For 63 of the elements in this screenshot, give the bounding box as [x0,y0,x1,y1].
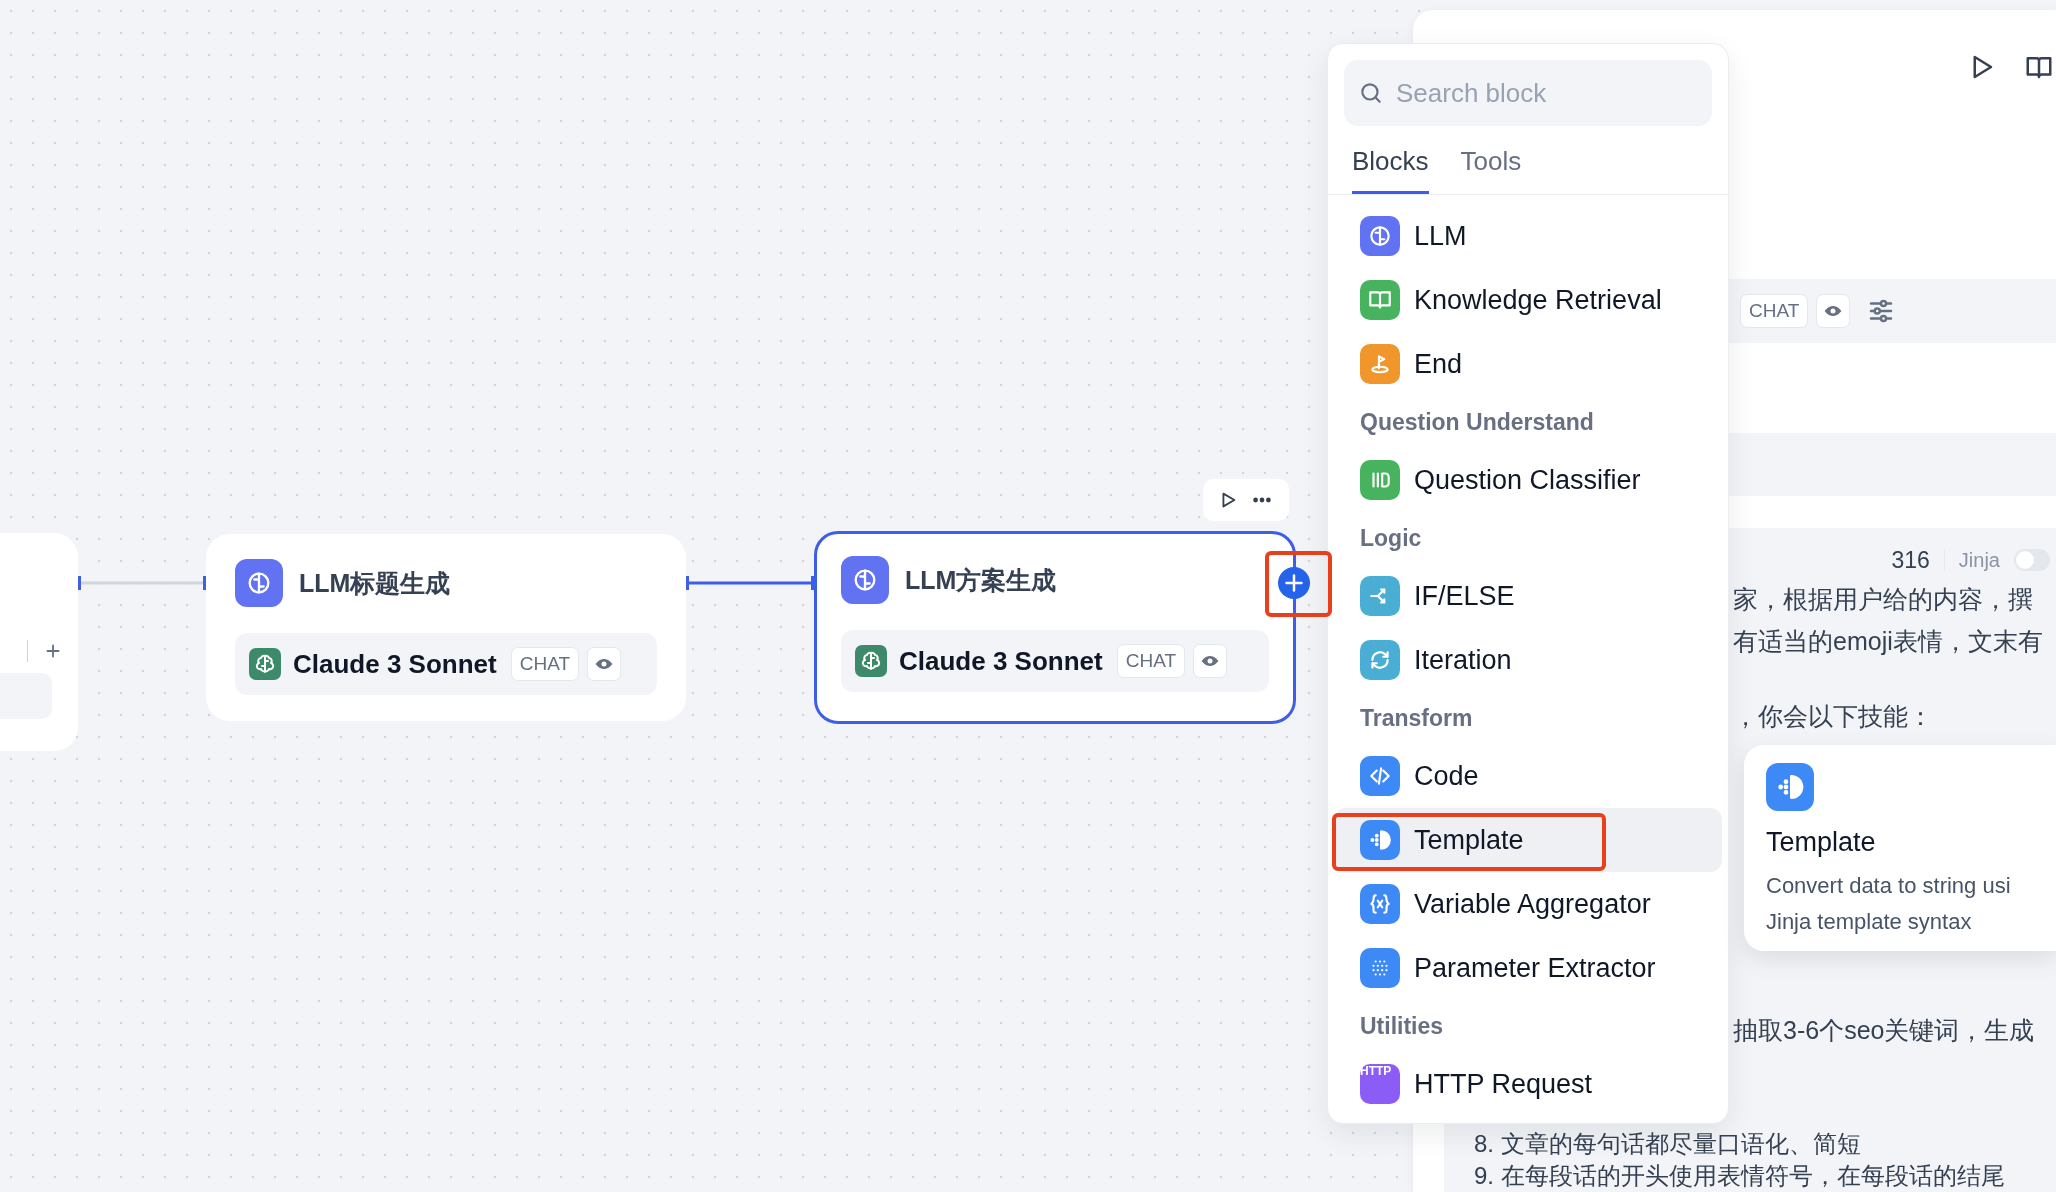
model-selector[interactable]: Claude 3 Sonnet CHAT [235,633,657,695]
section-heading: Transform [1359,703,1474,733]
block-label: Variable Aggregator [1414,888,1651,920]
block-label: Code [1414,760,1479,792]
template-icon [1766,763,1814,811]
char-count: 316 [1891,546,1930,574]
prompt-text: 家，根据用户给的内容，撰 [1733,584,2034,615]
node-title: LLM方案生成 [905,564,1057,596]
block-item[interactable]: Template [1334,808,1722,872]
brain-icon [841,556,889,604]
brain-icon [855,645,887,677]
search-field[interactable]: Search block [1344,60,1712,126]
section-heading: Utilities [1359,1011,1445,1041]
block-item[interactable]: IF/ELSE [1334,564,1722,628]
mode-tag: CHAT [510,647,579,681]
toggle-label: Jinja [1958,548,2000,572]
brain-icon [249,648,281,680]
block-item[interactable]: LLM [1334,204,1722,268]
node-card[interactable]: LLM方案生成 Claude 3 Sonnet CHAT [814,531,1296,724]
block-label: LLM [1414,220,1467,252]
node-card[interactable]: LLM标题生成 Claude 3 Sonnet CHAT [206,534,686,721]
brain-icon [235,559,283,607]
block-item[interactable]: Iteration [1334,628,1722,692]
block-label: Iteration [1414,644,1512,676]
block-item[interactable]: Knowledge Retrieval [1334,268,1722,332]
node-title: LLM标题生成 [299,567,451,599]
node-card[interactable] [0,533,78,751]
tab[interactable]: Tools [1460,126,1522,194]
model-name: Claude 3 Sonnet [293,648,497,680]
section-heading: Logic [1359,523,1423,553]
tab[interactable]: Blocks [1352,126,1429,194]
tooltip-title: Template [1766,827,1877,858]
block-label: End [1414,348,1463,380]
mode-tag: CHAT [1116,644,1185,678]
block-item[interactable]: Question Classifier [1334,448,1722,512]
prompt-text: 8. 文章的每句话都尽量口语化、简短 [1474,1129,1862,1159]
block-label: Template [1414,824,1524,856]
prompt-text: 有适当的emoji表情，文末有 [1733,626,2044,657]
eye-icon [1816,294,1851,328]
section-heading: Question Understand [1359,407,1595,437]
eye-icon [1193,644,1227,678]
block-label: IF/ELSE [1414,580,1515,612]
model-name: Claude 3 Sonnet [899,645,1103,677]
mode-tag: CHAT [1740,294,1809,328]
search-icon [1358,80,1384,106]
toggle-switch[interactable] [2014,549,2050,571]
prompt-text: 9. 在每段话的开头使用表情符号，在每段话的结尾 [1474,1161,2006,1191]
plus-icon[interactable] [1278,567,1310,599]
block-item[interactable]: HTTP HTTP Request [1334,1052,1722,1116]
http-icon: HTTP [1360,1064,1400,1104]
block-item[interactable]: Variable Aggregator [1334,872,1722,936]
tooltip-description: Convert data to string usi Jinja template syntax [1766,872,2012,936]
block-item[interactable]: End [1334,332,1722,396]
block-label: Parameter Extractor [1414,952,1656,984]
block-label: Knowledge Retrieval [1414,284,1662,316]
prompt-text: 抽取3-6个seo关键词，生成 [1733,1015,2036,1046]
prompt-text: ，你会以下技能： [1733,701,1934,732]
model-selector[interactable]: Claude 3 Sonnet CHAT [841,630,1269,692]
block-label: HTTP Request [1414,1068,1593,1100]
block-label: Question Classifier [1414,464,1641,496]
block-item[interactable]: Parameter Extractor [1334,936,1722,1000]
eye-icon [587,647,621,681]
block-item[interactable]: Code [1334,744,1722,808]
